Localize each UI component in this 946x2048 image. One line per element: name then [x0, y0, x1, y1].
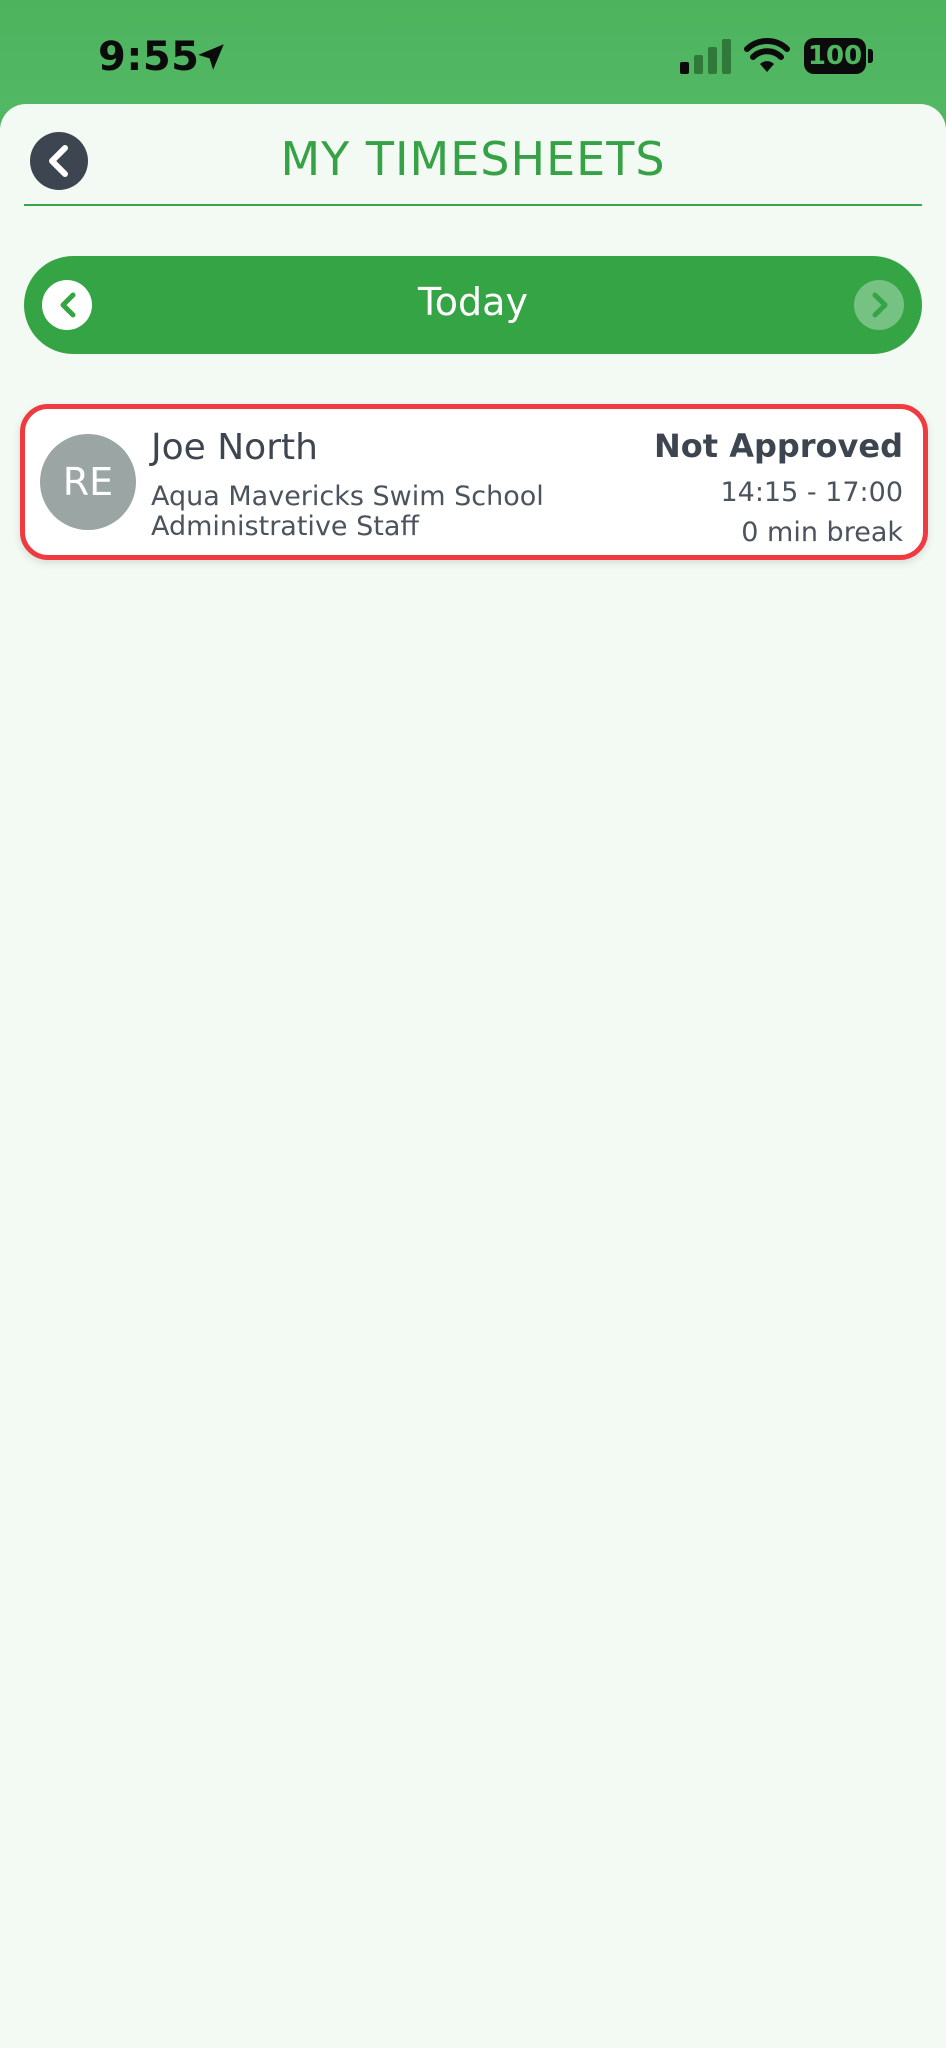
page-title: MY TIMESHEETS [280, 132, 666, 186]
employee-name: Joe North [151, 427, 318, 468]
battery-tip [868, 49, 873, 63]
wifi-icon [744, 38, 790, 72]
school-name: Aqua Mavericks Swim School [151, 481, 544, 512]
timesheets-screen: MY TIMESHEETS Today RE Joe North Aqua Ma… [0, 104, 946, 2048]
cellular-signal-icon [680, 39, 731, 74]
status-bar: 9:55 100 [0, 0, 946, 112]
battery-level: 100 [804, 38, 866, 74]
battery-icon: 100 [804, 38, 874, 74]
chevron-right-icon [872, 292, 888, 318]
break-duration: 0 min break [741, 517, 903, 548]
role-name: Administrative Staff [151, 511, 419, 542]
date-label: Today [418, 280, 528, 324]
status-time: 9:55 [98, 34, 200, 80]
shift-time-range: 14:15 - 17:00 [720, 477, 903, 508]
location-arrow-icon [198, 44, 224, 70]
timesheet-card[interactable]: RE Joe North Aqua Mavericks Swim School … [20, 404, 928, 560]
date-navigator: Today [24, 256, 922, 354]
avatar: RE [40, 434, 136, 530]
next-day-button[interactable] [854, 280, 904, 330]
title-divider [24, 204, 922, 206]
approval-status: Not Approved [653, 427, 903, 465]
